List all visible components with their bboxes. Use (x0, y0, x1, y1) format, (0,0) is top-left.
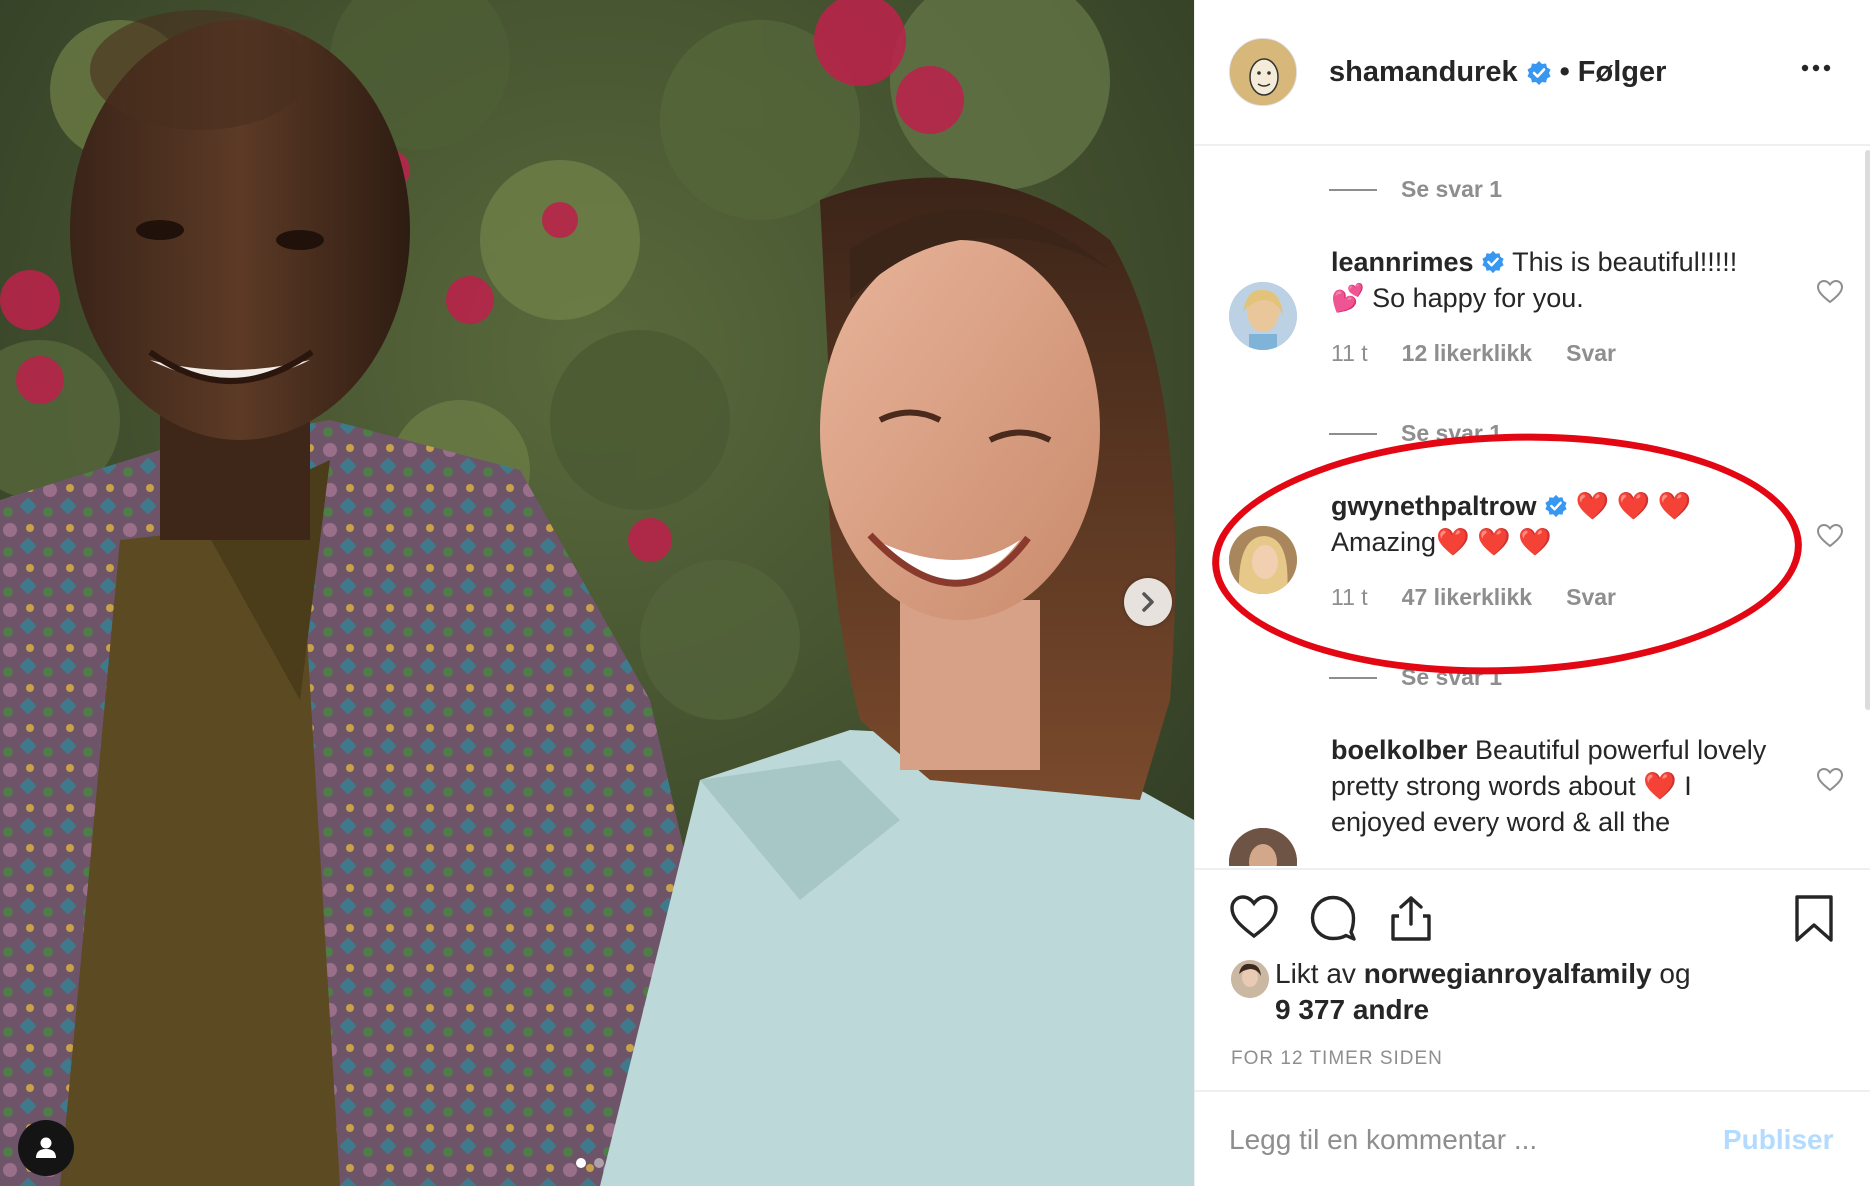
liked-by-conj: og (1659, 958, 1691, 989)
comment-like-button[interactable] (1816, 767, 1844, 797)
bookmark-icon (1795, 895, 1833, 942)
post-side-panel: shamandurek • Følger Se svar 1 leannrime… (1194, 0, 1870, 1186)
comment-text: gwynethpaltrow ❤️ ❤️ ❤️ Amazing❤️ ❤️ ❤️ (1331, 488, 1771, 560)
comment-meta: 11 t 47 likerklikk Svar (1331, 584, 1616, 611)
more-horizontal-icon (1801, 64, 1831, 72)
see-replies-label: Se svar 1 (1401, 664, 1503, 690)
author-line: shamandurek • Følger (1329, 56, 1666, 89)
comment-username[interactable]: leannrimes (1331, 247, 1474, 277)
author-avatar-image (1230, 39, 1296, 105)
comment-username[interactable]: gwynethpaltrow (1331, 491, 1537, 521)
next-photo-button[interactable] (1124, 578, 1172, 626)
liked-by-avatar[interactable] (1231, 960, 1269, 998)
comments-list[interactable]: Se svar 1 leannrimes This is beautiful!!… (1195, 148, 1870, 866)
like-button[interactable] (1229, 894, 1279, 945)
liked-by-user[interactable]: norwegianroyalfamily (1364, 958, 1652, 989)
heart-outline-icon (1816, 523, 1844, 548)
post-header: shamandurek • Følger (1195, 0, 1870, 146)
see-replies-button[interactable]: Se svar 1 (1329, 664, 1502, 691)
comment-button[interactable] (1309, 894, 1357, 947)
divider-line (1329, 188, 1377, 191)
commenter-avatar-image (1229, 282, 1297, 350)
comment-username[interactable]: boelkolber (1331, 735, 1468, 765)
comment-like-button[interactable] (1816, 279, 1844, 309)
heart-outline-icon (1816, 279, 1844, 304)
heart-icon (1230, 895, 1278, 939)
heart-outline-icon (1816, 767, 1844, 792)
comment-time: 11 t (1331, 584, 1368, 610)
see-replies-button[interactable]: Se svar 1 (1329, 176, 1502, 203)
reply-button[interactable]: Svar (1566, 340, 1616, 367)
verified-badge-icon (1545, 494, 1567, 518)
carousel-indicator (576, 1158, 604, 1168)
tagged-users-button[interactable] (18, 1120, 74, 1176)
share-button[interactable] (1389, 894, 1433, 947)
comment-meta: 11 t 12 likerklikk Svar (1331, 340, 1616, 367)
see-replies-button[interactable]: Se svar 1 (1329, 420, 1502, 447)
liked-by: Likt av norwegianroyalfamily og 9 377 an… (1231, 956, 1795, 1028)
liked-by-prefix: Likt av (1275, 958, 1356, 989)
post-timestamp[interactable]: FOR 12 TIMER SIDEN (1231, 1048, 1443, 1070)
author-avatar[interactable] (1229, 38, 1297, 106)
follow-status[interactable]: • Følger (1560, 56, 1667, 89)
comment-time: 11 t (1331, 340, 1368, 366)
comment-text: leannrimes This is beautiful!!!!! 💕 So h… (1331, 244, 1771, 316)
comment-input[interactable] (1229, 1120, 1689, 1160)
liked-by-others[interactable]: 9 377 andre (1275, 994, 1429, 1025)
liked-by-text: Likt av norwegianroyalfamily og 9 377 an… (1275, 956, 1795, 1028)
commenter-avatar[interactable] (1229, 828, 1297, 866)
publish-button[interactable]: Publiser (1723, 1124, 1833, 1156)
comment-text: boelkolber Beautiful powerful lovely pre… (1331, 732, 1771, 840)
divider-line (1329, 676, 1377, 679)
verified-badge-icon (1482, 250, 1504, 274)
carousel-dot-active (576, 1158, 586, 1168)
comment-likes[interactable]: 12 likerklikk (1402, 340, 1532, 367)
post-photo[interactable] (0, 0, 1194, 1186)
user-icon (36, 1137, 56, 1158)
add-comment-bar: Publiser (1195, 1090, 1870, 1186)
divider-line (1329, 432, 1377, 435)
see-replies-label: Se svar 1 (1401, 176, 1503, 202)
carousel-dot (594, 1158, 604, 1168)
verified-badge-icon (1527, 60, 1551, 85)
comment-like-button[interactable] (1816, 523, 1844, 553)
comments-scrollbar[interactable] (1865, 150, 1870, 710)
chevron-right-icon (1142, 592, 1154, 612)
commenter-avatar[interactable] (1229, 282, 1297, 350)
author-username[interactable]: shamandurek (1329, 56, 1518, 89)
comment-likes[interactable]: 47 likerklikk (1402, 584, 1532, 611)
post-actions: Likt av norwegianroyalfamily og 9 377 an… (1195, 868, 1870, 1090)
commenter-avatar-image (1229, 828, 1297, 866)
more-options-button[interactable] (1800, 60, 1832, 81)
save-button[interactable] (1793, 894, 1835, 949)
reply-button[interactable]: Svar (1566, 584, 1616, 611)
comment-bubble-icon (1310, 895, 1356, 941)
liked-by-avatar-image (1231, 960, 1269, 998)
photo-scene (0, 0, 1194, 1186)
see-replies-label: Se svar 1 (1401, 420, 1503, 446)
commenter-avatar[interactable] (1229, 526, 1297, 594)
share-icon (1391, 896, 1431, 941)
commenter-avatar-image (1229, 526, 1297, 594)
